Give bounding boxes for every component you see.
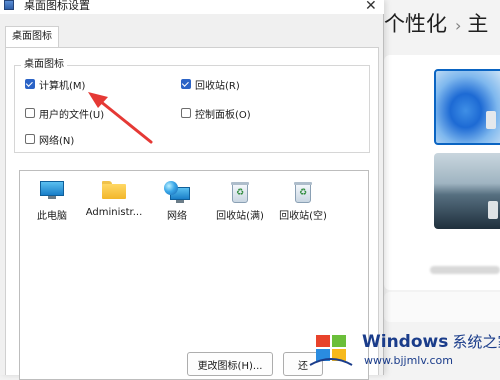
breadcrumb-current: 主 — [467, 12, 489, 36]
desktop-icon-settings-dialog: 桌面图标设置 ✕ 桌面图标 桌面图标 计算机(M) 回收站(R) 用户的文件(U… — [0, 0, 384, 380]
tab-strip: 桌面图标 — [0, 26, 384, 48]
checkbox-control-panel[interactable]: 控制面板(O) — [181, 106, 251, 121]
icon-item-label: 此电脑 — [37, 211, 67, 222]
site-watermark: Windows系统之家 www.bjjmlv.com — [300, 322, 500, 375]
watermark-brand: Windows系统之家 — [362, 331, 500, 352]
recycle-bin-full-icon: ♻ — [231, 181, 249, 203]
desktop-icons-group: 桌面图标 计算机(M) 回收站(R) 用户的文件(U) 控制面板(O) 网络(N… — [14, 58, 370, 153]
change-icon-button[interactable]: 更改图标(H)... — [187, 352, 273, 376]
network-icon — [164, 181, 190, 203]
title-bar: 桌面图标设置 ✕ — [0, 0, 384, 14]
group-label: 桌面图标 — [21, 58, 67, 72]
checkbox-computer[interactable]: 计算机(M) — [25, 77, 86, 92]
checkbox-network-box[interactable] — [25, 134, 35, 144]
breadcrumb: 个性化 › 主 — [384, 8, 488, 38]
icon-item-recycle-bin-full[interactable]: ♻ 回收站(满) — [205, 181, 275, 222]
breadcrumb-separator: › — [455, 16, 462, 35]
dialog-app-icon — [4, 0, 14, 10]
checkbox-control-panel-box[interactable] — [181, 108, 191, 118]
settings-window: 个性化 › 主 — [384, 0, 500, 375]
watermark-brand-en: Windows — [362, 332, 449, 352]
checkbox-computer-box[interactable] — [25, 79, 35, 89]
blurred-text — [430, 266, 500, 274]
checkbox-recycle-bin-box[interactable] — [181, 79, 191, 89]
wallpaper-chip — [486, 111, 496, 129]
dialog-title: 桌面图标设置 — [24, 0, 90, 12]
icon-item-this-pc[interactable]: 此电脑 — [17, 181, 87, 222]
icon-item-label: 回收站(空) — [279, 211, 327, 222]
icon-item-recycle-bin-empty[interactable]: ♻ 回收站(空) — [268, 181, 338, 222]
tab-desktop-icons[interactable]: 桌面图标 — [5, 26, 59, 47]
windows-logo-icon — [309, 329, 353, 366]
watermark-url: www.bjjmlv.com — [364, 354, 453, 367]
recycle-bin-empty-icon: ♻ — [294, 181, 312, 203]
checkbox-recycle-bin[interactable]: 回收站(R) — [181, 77, 240, 92]
icon-item-network[interactable]: 网络 — [142, 181, 212, 222]
close-icon[interactable]: ✕ — [365, 0, 377, 13]
wallpaper-chip — [488, 201, 498, 219]
checkbox-recycle-bin-label: 回收站(R) — [195, 80, 240, 92]
checkbox-network[interactable]: 网络(N) — [25, 132, 75, 147]
breadcrumb-personalization[interactable]: 个性化 — [384, 12, 447, 36]
checkbox-user-files[interactable]: 用户的文件(U) — [25, 106, 105, 121]
wallpaper-thumbnail-2[interactable] — [434, 153, 500, 229]
icon-item-label: 回收站(满) — [216, 211, 264, 222]
computer-icon — [40, 181, 64, 199]
checkbox-network-label: 网络(N) — [39, 135, 75, 147]
icon-item-label: 网络 — [167, 211, 187, 222]
checkbox-computer-label: 计算机(M) — [39, 80, 86, 92]
checkbox-control-panel-label: 控制面板(O) — [195, 109, 251, 121]
checkbox-user-files-box[interactable] — [25, 108, 35, 118]
checkbox-user-files-label: 用户的文件(U) — [39, 109, 105, 121]
wallpaper-thumbnail-1[interactable] — [434, 69, 500, 145]
icon-item-label: Administr... — [85, 207, 143, 218]
folder-icon — [102, 181, 126, 199]
background-footer-panel — [384, 292, 500, 322]
watermark-brand-cn: 系统之家 — [452, 333, 500, 351]
icon-item-administrator[interactable]: Administr... — [79, 181, 149, 221]
